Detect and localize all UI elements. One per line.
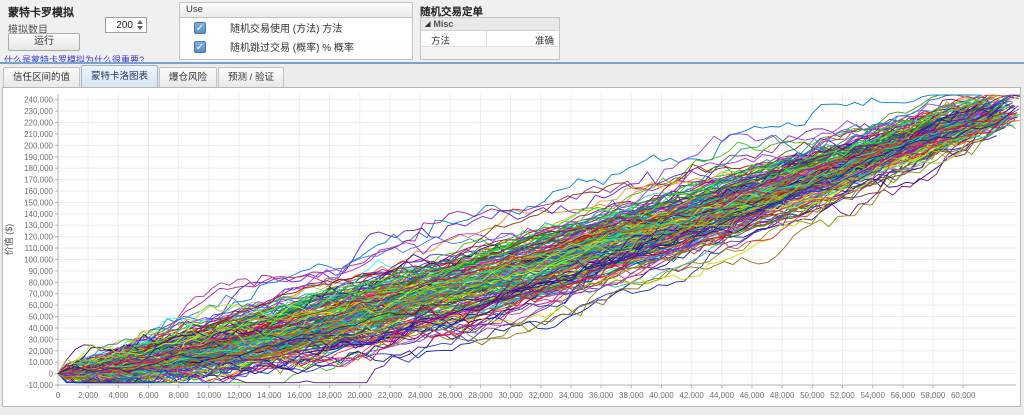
svg-text:60,000: 60,000 [951,391,976,400]
svg-text:40,000: 40,000 [649,391,674,400]
svg-text:110,000: 110,000 [25,244,54,253]
stepper-up-icon[interactable] [137,20,143,24]
svg-text:50,000: 50,000 [29,313,54,322]
simulation-count-value: 200 [116,20,133,31]
svg-text:42,000: 42,000 [679,391,704,400]
svg-text:180,000: 180,000 [24,164,53,173]
svg-text:10,000: 10,000 [29,358,54,367]
simulation-count-stepper[interactable]: 200 [105,17,147,33]
svg-text:90,000: 90,000 [29,267,54,276]
svg-text:34,000: 34,000 [559,391,584,400]
svg-text:价值 ($): 价值 ($) [3,224,14,256]
svg-text:44,000: 44,000 [710,391,735,400]
svg-text:220,000: 220,000 [24,119,53,128]
svg-text:8,000: 8,000 [169,391,190,400]
checkbox-checked-icon[interactable]: ✓ [194,22,206,34]
svg-text:14,000: 14,000 [257,391,282,400]
tab-bar: 信任区间的值 蒙特卡洛图表 爆仓风险 预测 / 验证 [0,64,1024,87]
svg-text:80,000: 80,000 [29,278,54,287]
checkbox-checked-icon[interactable]: ✓ [194,41,206,53]
svg-text:28,000: 28,000 [468,391,493,400]
svg-text:170,000: 170,000 [24,176,53,185]
svg-text:-10,000: -10,000 [26,381,54,390]
svg-text:46,000: 46,000 [740,391,765,400]
use-column-header: Use [180,3,412,18]
svg-text:36,000: 36,000 [589,391,614,400]
svg-text:38,000: 38,000 [619,391,644,400]
svg-text:240,000: 240,000 [24,96,53,105]
svg-text:30,000: 30,000 [498,391,523,400]
run-button[interactable]: 运行 [8,33,80,51]
random-orders-property-grid: ◢ Misc 方法 准确 [420,17,560,60]
svg-text:40,000: 40,000 [29,324,54,333]
svg-text:10,000: 10,000 [197,391,222,400]
use-options-table: Use ✓ 随机交易使用 (方法) 方法 ✓ 随机跳过交易 (概率) % 概率 [179,2,413,60]
svg-text:190,000: 190,000 [24,153,53,162]
svg-text:0: 0 [49,370,54,379]
property-group-label: Misc [433,19,453,29]
svg-text:100,000: 100,000 [24,255,53,264]
use-row-label: 随机跳过交易 (概率) % 概率 [230,39,354,54]
svg-text:48,000: 48,000 [770,391,795,400]
svg-text:150,000: 150,000 [24,198,53,207]
svg-text:20,000: 20,000 [29,347,54,356]
svg-text:30,000: 30,000 [29,335,54,344]
property-value[interactable]: 准确 [487,31,559,46]
tab-confidence-interval[interactable]: 信任区间的值 [3,67,80,87]
svg-text:52,000: 52,000 [830,391,855,400]
svg-text:54,000: 54,000 [860,391,885,400]
svg-text:18,000: 18,000 [317,391,342,400]
svg-text:130,000: 130,000 [24,221,53,230]
svg-text:2,000: 2,000 [78,391,99,400]
use-row-skip-trades[interactable]: ✓ 随机跳过交易 (概率) % 概率 [180,37,412,56]
svg-text:140,000: 140,000 [24,210,53,219]
monte-carlo-equity-curves-chart: -10,000010,00020,00030,00040,00050,00060… [3,88,1020,406]
svg-text:32,000: 32,000 [529,391,554,400]
svg-text:210,000: 210,000 [24,130,53,139]
monte-carlo-chart-panel: -10,000010,00020,00030,00040,00050,00060… [2,87,1021,407]
stepper-down-icon[interactable] [137,26,143,30]
svg-text:16,000: 16,000 [287,391,312,400]
svg-text:12,000: 12,000 [227,391,252,400]
property-group-misc[interactable]: ◢ Misc [421,18,559,31]
control-panel: 蒙特卡罗模拟 模拟数目 200 运行 什么是蒙特卡罗模拟为什么很重要? Use … [0,0,1024,62]
page-title: 蒙特卡罗模拟 [8,4,74,20]
svg-text:120,000: 120,000 [24,233,53,242]
svg-text:60,000: 60,000 [29,301,54,310]
svg-text:160,000: 160,000 [24,187,53,196]
use-row-randomize-method[interactable]: ✓ 随机交易使用 (方法) 方法 [180,18,412,37]
property-name: 方法 [421,31,487,46]
property-row-method[interactable]: 方法 准确 [421,31,559,47]
svg-text:70,000: 70,000 [29,290,54,299]
svg-text:50,000: 50,000 [800,391,825,400]
svg-text:26,000: 26,000 [438,391,463,400]
svg-text:22,000: 22,000 [378,391,403,400]
svg-text:230,000: 230,000 [24,107,53,116]
svg-text:24,000: 24,000 [408,391,433,400]
svg-text:20,000: 20,000 [347,391,372,400]
tab-monte-carlo-chart[interactable]: 蒙特卡洛图表 [81,65,158,87]
svg-text:58,000: 58,000 [921,391,946,400]
svg-text:4,000: 4,000 [108,391,129,400]
svg-text:0: 0 [56,391,61,400]
tab-blowup-risk[interactable]: 爆仓风险 [159,67,217,87]
svg-text:56,000: 56,000 [891,391,916,400]
collapse-triangle-icon[interactable]: ◢ [425,20,430,28]
tab-forecast-validation[interactable]: 预测 / 验证 [218,67,284,87]
stepper-arrows[interactable] [134,18,145,32]
svg-text:6,000: 6,000 [139,391,160,400]
use-row-label: 随机交易使用 (方法) 方法 [230,20,342,35]
svg-text:200,000: 200,000 [24,141,53,150]
